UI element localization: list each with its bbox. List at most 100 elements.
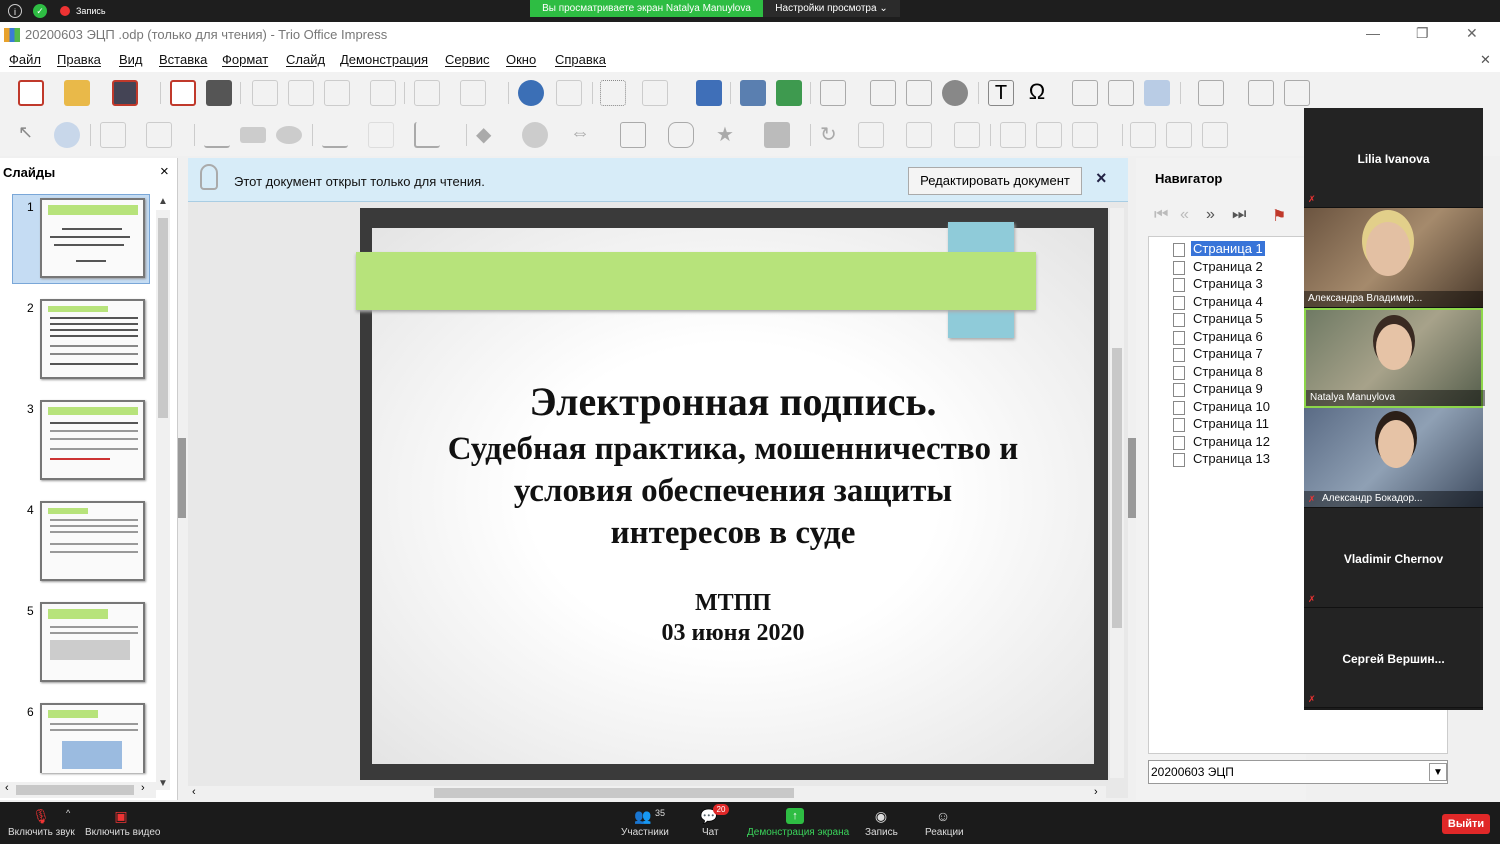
info-icon[interactable]: i — [8, 4, 22, 18]
line-icon[interactable] — [204, 122, 230, 148]
navigator-page-1[interactable]: Страница 1 — [1191, 241, 1265, 256]
scroll-up-icon[interactable]: ▲ — [158, 196, 168, 207]
participant-tile[interactable]: Сергей Вершин... ✗ — [1304, 608, 1483, 708]
spelling-icon[interactable] — [556, 80, 582, 106]
block-arrows-icon[interactable]: ⇔ — [570, 122, 596, 148]
3d-objects-icon[interactable] — [764, 122, 790, 148]
navigator-page-8[interactable]: Страница 8 — [1193, 364, 1263, 379]
show-draw-icon[interactable] — [1144, 80, 1170, 106]
zoom-icon[interactable] — [54, 122, 80, 148]
navigator-page-4[interactable]: Страница 4 — [1193, 294, 1263, 309]
menu-file[interactable]: Файл — [9, 52, 41, 67]
collapse-handle[interactable] — [1128, 438, 1136, 518]
video-off-icon[interactable]: ▣ — [112, 808, 130, 824]
slides-scrollbar[interactable] — [156, 210, 170, 790]
navigator-page-7[interactable]: Страница 7 — [1193, 346, 1263, 361]
chevron-up-icon[interactable]: ^ — [66, 808, 70, 818]
navigator-document-select[interactable]: 20200603 ЭЦП ▼ — [1148, 760, 1448, 784]
points-icon[interactable] — [1130, 122, 1156, 148]
share-screen-button[interactable]: Демонстрация экрана — [747, 827, 849, 838]
paste-icon[interactable] — [324, 80, 350, 106]
menu-tools[interactable]: Сервис — [445, 52, 490, 67]
unmute-button[interactable]: Включить звук — [8, 827, 75, 838]
export-pdf-icon[interactable] — [170, 80, 196, 106]
navigator-page-13[interactable]: Страница 13 — [1193, 451, 1270, 466]
edit-document-button[interactable]: Редактировать документ — [908, 167, 1082, 195]
close-slides-panel-icon[interactable]: × — [160, 163, 169, 180]
symbol-shapes-icon[interactable] — [522, 122, 548, 148]
slide[interactable]: Электронная подпись. Судебная практика, … — [356, 222, 1094, 764]
lines-arrows-icon[interactable] — [322, 122, 348, 148]
flowchart-icon[interactable] — [620, 122, 646, 148]
open-icon[interactable] — [64, 80, 90, 106]
leave-button[interactable]: Выйти — [1442, 814, 1490, 834]
microphone-muted-icon[interactable]: 🎙 — [32, 808, 50, 824]
shadow-icon[interactable] — [1000, 122, 1026, 148]
connector-icon[interactable] — [414, 122, 440, 148]
duplicate-slide-icon[interactable] — [1248, 80, 1274, 106]
slide-thumbnail-5[interactable] — [40, 602, 145, 682]
editor-vscrollbar[interactable] — [1110, 208, 1124, 778]
hyperlink-icon[interactable] — [1108, 80, 1134, 106]
start-current-icon[interactable] — [776, 80, 802, 106]
slide-thumbnail-1[interactable] — [40, 198, 145, 278]
share-screen-icon[interactable]: ↑ — [786, 808, 804, 824]
callouts-icon[interactable] — [668, 122, 694, 148]
first-slide-icon[interactable]: ⏮ — [1154, 206, 1168, 224]
new-slide-icon[interactable] — [1198, 80, 1224, 106]
scroll-left-icon[interactable]: ‹ — [192, 786, 196, 798]
record-icon[interactable]: ◉ — [872, 808, 890, 824]
drag-mode-icon[interactable]: ⚑ — [1272, 206, 1286, 226]
clone-format-icon[interactable] — [370, 80, 396, 106]
copy-icon[interactable] — [288, 80, 314, 106]
menu-insert[interactable]: Вставка — [159, 52, 207, 67]
image-icon[interactable] — [870, 80, 896, 106]
restore-icon[interactable]: ❐ — [1416, 25, 1429, 42]
new-icon[interactable] — [18, 80, 44, 106]
arrange-icon[interactable] — [906, 122, 932, 148]
crop-icon[interactable] — [1036, 122, 1062, 148]
start-show-icon[interactable] — [740, 80, 766, 106]
menu-view[interactable]: Вид — [119, 52, 143, 67]
fontwork-icon[interactable] — [1072, 80, 1098, 106]
helplines-icon[interactable] — [642, 80, 668, 106]
reactions-icon[interactable]: ☺ — [934, 808, 952, 824]
participant-tile[interactable]: Александра Владимир... — [1304, 208, 1483, 308]
toggle-extrusion-icon[interactable] — [1202, 122, 1228, 148]
participant-tile[interactable]: Александр Бокадор... ✗ — [1304, 408, 1483, 508]
textbox-icon[interactable]: T — [988, 80, 1014, 106]
chart-icon[interactable] — [906, 80, 932, 106]
next-slide-icon[interactable]: » — [1206, 206, 1215, 224]
menu-format[interactable]: Формат — [222, 52, 268, 67]
last-slide-icon[interactable]: ⏭ — [1232, 206, 1246, 224]
menu-help[interactable]: Справка — [555, 52, 606, 67]
collapse-handle[interactable] — [178, 438, 186, 518]
slides-hscrollbar[interactable]: ‹ › — [0, 782, 156, 798]
basic-shapes-icon[interactable]: ◆ — [476, 122, 502, 148]
menu-edit[interactable]: Правка — [57, 52, 101, 67]
text-icon[interactable] — [100, 122, 126, 148]
navigator-page-11[interactable]: Страница 11 — [1193, 416, 1269, 431]
start-video-button[interactable]: Включить видео — [85, 827, 161, 838]
table-icon[interactable] — [820, 80, 846, 106]
reactions-button[interactable]: Реакции — [925, 827, 964, 838]
display-views-icon[interactable] — [696, 80, 722, 106]
slide-thumbnail-2[interactable] — [40, 299, 145, 379]
participant-tile[interactable]: Vladimir Chernov ✗ — [1304, 508, 1483, 608]
navigator-page-2[interactable]: Страница 2 — [1193, 259, 1263, 274]
scroll-left-icon[interactable]: ‹ — [5, 782, 9, 794]
scroll-down-icon[interactable]: ▼ — [158, 778, 168, 789]
scroll-right-icon[interactable]: › — [141, 782, 145, 794]
participants-icon[interactable]: 👥 — [634, 808, 652, 824]
rotate-icon[interactable]: ↻ — [820, 122, 846, 148]
navigator-page-5[interactable]: Страница 5 — [1193, 311, 1263, 326]
chat-button[interactable]: Чат — [702, 827, 719, 838]
undo-icon[interactable] — [414, 80, 440, 106]
close-infobar-icon[interactable]: × — [1096, 168, 1107, 189]
navigator-page-6[interactable]: Страница 6 — [1193, 329, 1263, 344]
participant-tile[interactable]: Natalya Manuylova — [1304, 308, 1485, 408]
save-icon[interactable] — [112, 80, 138, 106]
redo-icon[interactable] — [460, 80, 486, 106]
slide-thumbnail-3[interactable] — [40, 400, 145, 480]
curve-icon[interactable] — [368, 122, 394, 148]
